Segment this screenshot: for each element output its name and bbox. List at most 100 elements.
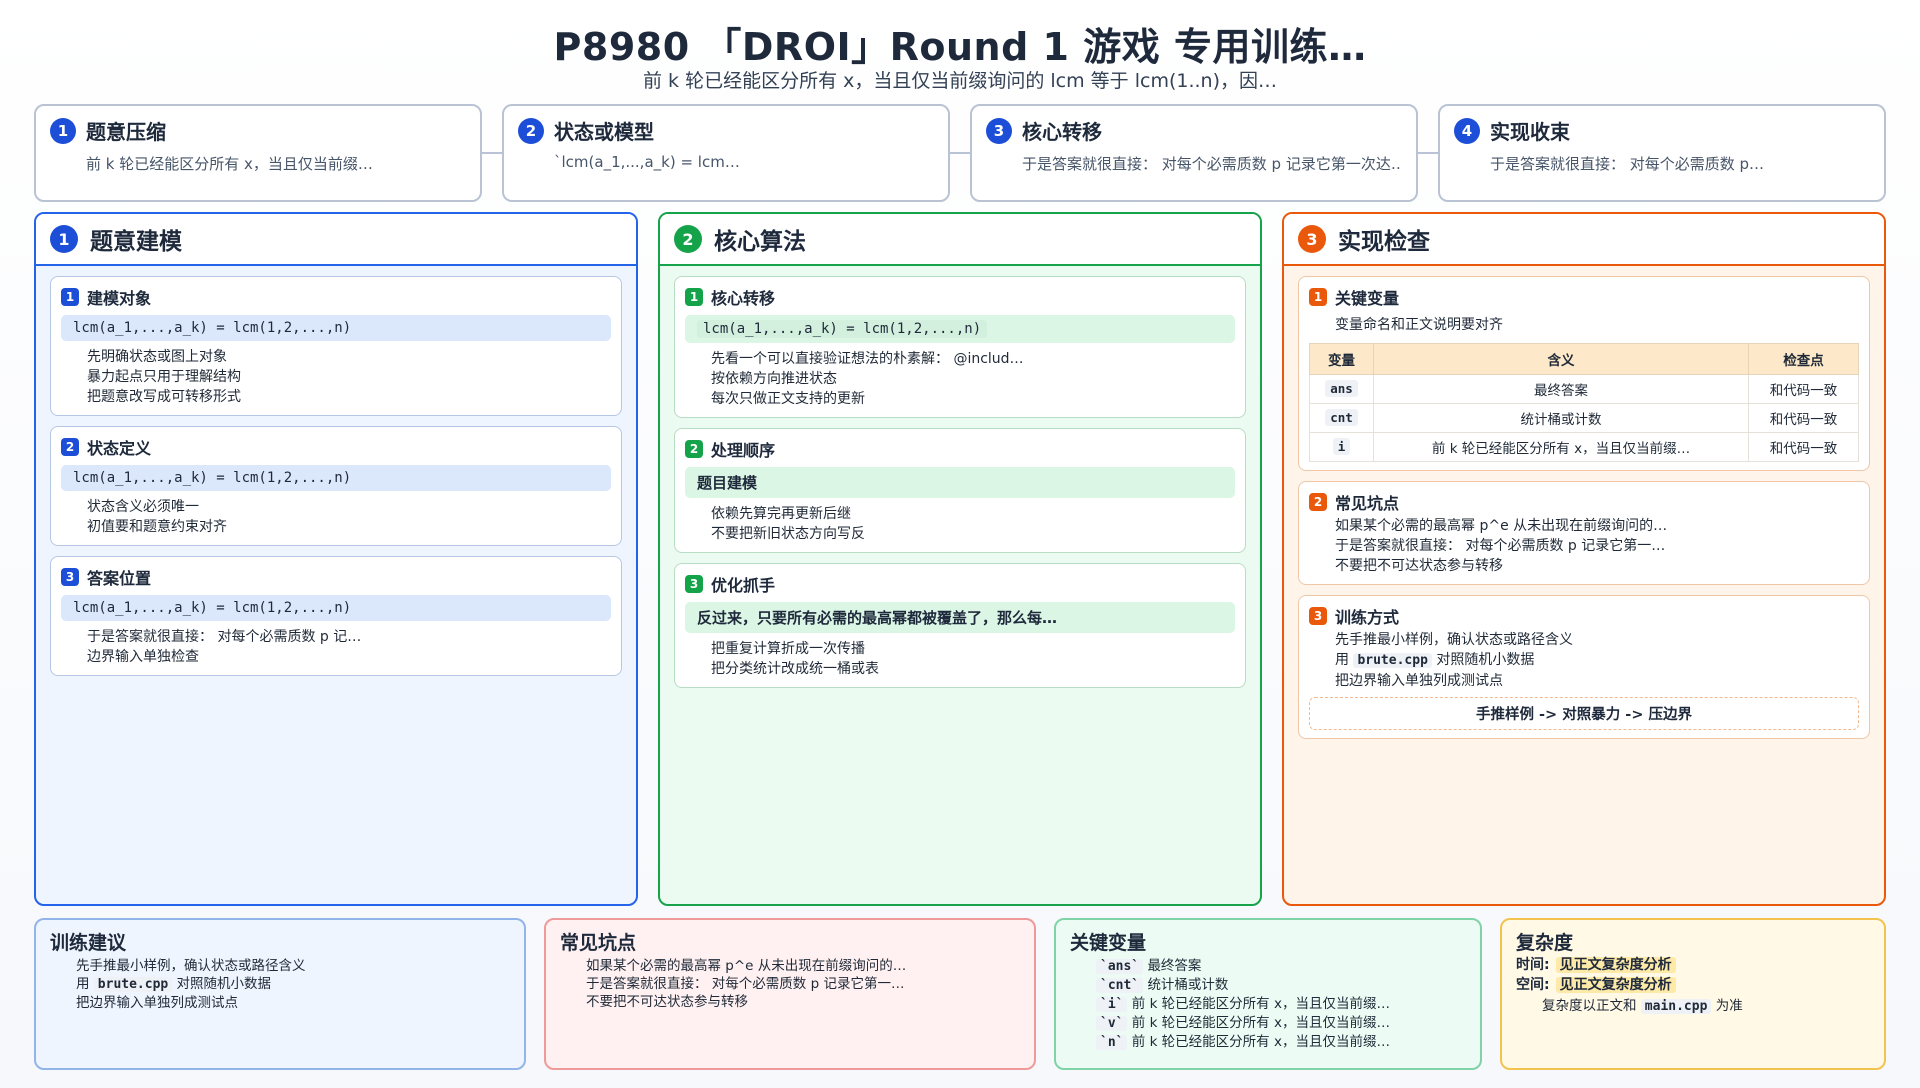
bullet-list: 先手推最小样例，确认状态或路径含义 用 brute.cpp 对照随机小数据 把边…: [1335, 630, 1859, 691]
column-number-badge: 2: [674, 225, 702, 253]
list-item: 先手推最小样例，确认状态或路径含义: [76, 957, 510, 975]
card-title: 答案位置: [87, 569, 152, 588]
list-item: 初值要和题意约束对齐: [87, 517, 611, 537]
list-item: 变量命名和正文说明要对齐: [1335, 315, 1859, 335]
time-complexity: 时间: 见正文复杂度分析: [1516, 955, 1870, 975]
step-card-1: 1 题意压缩 前 k 轮已经能区分所有 x，当且仅当前缀…: [34, 104, 482, 202]
inline-code: `ans`: [1096, 959, 1144, 974]
table-cell: 前 k 轮已经能区分所有 x，当且仅当前缀…: [1373, 432, 1749, 462]
step-connector: [482, 152, 502, 154]
highlight-bar: 题目建模: [685, 467, 1235, 498]
list-item: 于是答案就很直接： 对每个必需质数 p 记录它第一…: [1335, 536, 1859, 556]
list-item: 不要把不可达状态参与转移: [1335, 556, 1859, 576]
card-number-badge: 2: [61, 438, 79, 456]
inline-code: `i`: [1096, 997, 1128, 1012]
formula-bar: lcm(a_1,...,a_k) = lcm(1,2,...,n): [61, 315, 611, 341]
variables-table: 变量 含义 检查点 ans 最终答案 和代码一致 cnt 统计桶或计数 和代码一…: [1309, 343, 1859, 462]
card-number-badge: 1: [685, 288, 703, 306]
column-algorithm: 2 核心算法 1 核心转移 lcm(a_1,...,a_k) = lcm(1,2…: [658, 212, 1262, 906]
card-title: 优化抓手: [711, 576, 776, 595]
bullet-list: 状态含义必须唯一 初值要和题意约束对齐: [87, 497, 611, 537]
card-title: 常见坑点: [1335, 494, 1400, 513]
list-item: 于是答案就很直接： 对每个必需质数 p 记…: [87, 627, 611, 647]
table-row: cnt 统计桶或计数 和代码一致: [1309, 403, 1859, 433]
bullet-list: `ans` 最终答案 `cnt` 统计桶或计数 `i` 前 k 轮已经能区分所有…: [1096, 957, 1466, 1052]
table-cell: 和代码一致: [1748, 432, 1859, 462]
section-title: 常见坑点: [560, 932, 637, 954]
formula-bar: lcm(a_1,...,a_k) = lcm(1,2,...,n): [685, 315, 1235, 343]
list-item: 每次只做正文支持的更新: [711, 389, 1235, 409]
list-item: 按依赖方向推进状态: [711, 369, 1235, 389]
list-item: 先明确状态或图上对象: [87, 347, 611, 367]
card-number-badge: 1: [1309, 288, 1327, 306]
flow-summary: 手推样例 -> 对照暴力 -> 压边界: [1309, 697, 1859, 730]
card-modeling-object: 1 建模对象 lcm(a_1,...,a_k) = lcm(1,2,...,n)…: [50, 276, 622, 416]
page-subtitle: 前 k 轮已经能区分所有 x，当且仅当前缀询问的 lcm 等于 lcm(1..n…: [643, 70, 1277, 92]
step-number-badge: 3: [986, 117, 1012, 144]
inline-code: `v`: [1096, 1016, 1128, 1031]
table-row: ans 最终答案 和代码一致: [1309, 374, 1859, 404]
step-title: 状态或模型: [554, 120, 654, 144]
list-item: 把边界输入单独列成测试点: [1335, 671, 1859, 691]
bottom-training-tips: 训练建议 先手推最小样例，确认状态或路径含义 用 brute.cpp 对照随机小…: [34, 918, 526, 1070]
card-number-badge: 2: [685, 440, 703, 458]
step-number-badge: 4: [1454, 117, 1480, 144]
bottom-complexity: 复杂度 时间:见正文复杂度分析 空间:见正文复杂度分析 复杂度以正文和 main…: [1500, 918, 1886, 1070]
space-complexity: 空间: 见正文复杂度分析: [1516, 975, 1870, 995]
section-title: 训练建议: [50, 932, 127, 954]
formula-bar: lcm(a_1,...,a_k) = lcm(1,2,...,n): [61, 465, 611, 491]
step-description: 于是答案就很直接： 对每个必需质数 p 记录它第一次达…: [1022, 155, 1402, 173]
list-item: 把题意改写成可转移形式: [87, 387, 611, 407]
table-header-cell: 含义: [1373, 343, 1749, 375]
card-processing-order: 2 处理顺序 题目建模 依赖先算完再更新后继 不要把新旧状态方向写反: [674, 428, 1246, 553]
card-number-badge: 1: [61, 288, 79, 306]
column-implementation-check: 3 实现检查 1 关键变量 变量命名和正文说明要对齐 变量 含义 检查点: [1282, 212, 1886, 906]
bullet-list: 先明确状态或图上对象 暴力起点只用于理解结构 把题意改写成可转移形式: [87, 347, 611, 407]
inline-code: brute.cpp: [93, 977, 173, 992]
table-cell: 和代码一致: [1748, 374, 1859, 404]
table-cell: 统计桶或计数: [1373, 403, 1749, 433]
card-title: 关键变量: [1335, 289, 1400, 308]
inline-code: `n`: [1096, 1035, 1128, 1050]
list-item: 如果某个必需的最高幂 p^e 从未出现在前缀询问的…: [586, 957, 1020, 975]
step-connector: [950, 152, 970, 154]
list-item: 先手推最小样例，确认状态或路径含义: [1335, 630, 1859, 650]
list-item: `i` 前 k 轮已经能区分所有 x，当且仅当前缀…: [1096, 995, 1466, 1014]
card-optimization: 3 优化抓手 反过来，只要所有必需的最高幂都被覆盖了，那么每… 把重复计算折成一…: [674, 563, 1246, 688]
list-item: 依赖先算完再更新后继: [711, 504, 1235, 524]
list-item: 复杂度以正文和 main.cpp 为准: [1542, 997, 1870, 1016]
inline-code: main.cpp: [1640, 999, 1712, 1014]
list-item: 状态含义必须唯一: [87, 497, 611, 517]
step-title: 题意压缩: [86, 120, 166, 144]
card-answer-position: 3 答案位置 lcm(a_1,...,a_k) = lcm(1,2,...,n)…: [50, 556, 622, 676]
list-item: 用 brute.cpp 对照随机小数据: [1335, 650, 1859, 671]
card-common-pitfalls: 2 常见坑点 如果某个必需的最高幂 p^e 从未出现在前缀询问的… 于是答案就很…: [1298, 481, 1870, 585]
table-header-cell: 检查点: [1748, 343, 1859, 375]
bullet-list: 如果某个必需的最高幂 p^e 从未出现在前缀询问的… 于是答案就很直接： 对每个…: [586, 957, 1020, 1011]
list-item: 用 brute.cpp 对照随机小数据: [76, 975, 510, 994]
step-strip: 1 题意压缩 前 k 轮已经能区分所有 x，当且仅当前缀… 2 状态或模型 `l…: [34, 104, 1886, 202]
card-number-badge: 3: [1309, 607, 1327, 625]
highlight-bar: 反过来，只要所有必需的最高幂都被覆盖了，那么每…: [685, 602, 1235, 633]
bottom-key-variables: 关键变量 `ans` 最终答案 `cnt` 统计桶或计数 `i` 前 k 轮已经…: [1054, 918, 1482, 1070]
step-connector: [1418, 152, 1438, 154]
table-cell: 和代码一致: [1748, 403, 1859, 433]
bullet-list: 复杂度以正文和 main.cpp 为准: [1542, 997, 1870, 1016]
formula-bar: lcm(a_1,...,a_k) = lcm(1,2,...,n): [61, 595, 611, 621]
list-item: `cnt` 统计桶或计数: [1096, 976, 1466, 995]
column-number-badge: 1: [50, 225, 78, 253]
bullet-list: 依赖先算完再更新后继 不要把新旧状态方向写反: [711, 504, 1235, 544]
step-description: 于是答案就很直接： 对每个必需质数 p…: [1490, 155, 1765, 173]
page-title: P8980 「DROI」Round 1 游戏 专用训练…: [553, 25, 1367, 69]
section-title: 关键变量: [1070, 932, 1147, 954]
section-title: 复杂度: [1516, 932, 1574, 954]
list-item: 把重复计算折成一次传播: [711, 639, 1235, 659]
list-item: 暴力起点只用于理解结构: [87, 367, 611, 387]
table-cell: 最终答案: [1373, 374, 1749, 404]
list-item: `n` 前 k 轮已经能区分所有 x，当且仅当前缀…: [1096, 1033, 1466, 1052]
card-title: 核心转移: [711, 289, 776, 308]
step-number-badge: 1: [50, 117, 76, 144]
card-number-badge: 3: [685, 575, 703, 593]
column-title: 实现检查: [1338, 229, 1430, 255]
column-header: 1 题意建模: [36, 214, 636, 266]
